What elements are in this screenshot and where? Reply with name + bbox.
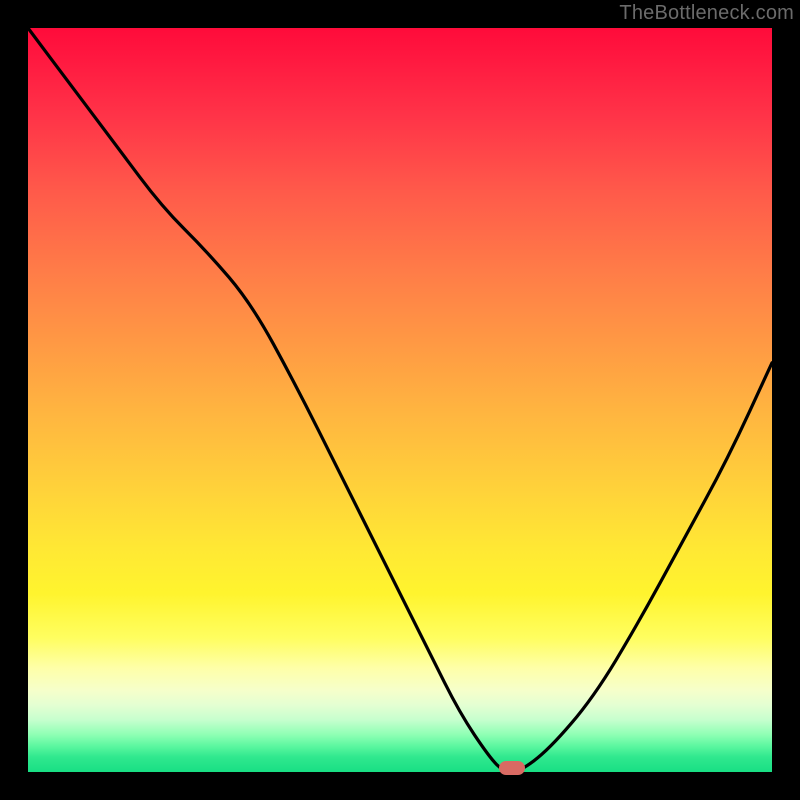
plot-area: [28, 28, 772, 772]
watermark-text: TheBottleneck.com: [619, 2, 794, 25]
chart-frame: TheBottleneck.com: [0, 0, 800, 800]
optimal-marker: [499, 761, 525, 775]
bottleneck-curve: [28, 28, 772, 772]
curve-path: [28, 28, 772, 772]
